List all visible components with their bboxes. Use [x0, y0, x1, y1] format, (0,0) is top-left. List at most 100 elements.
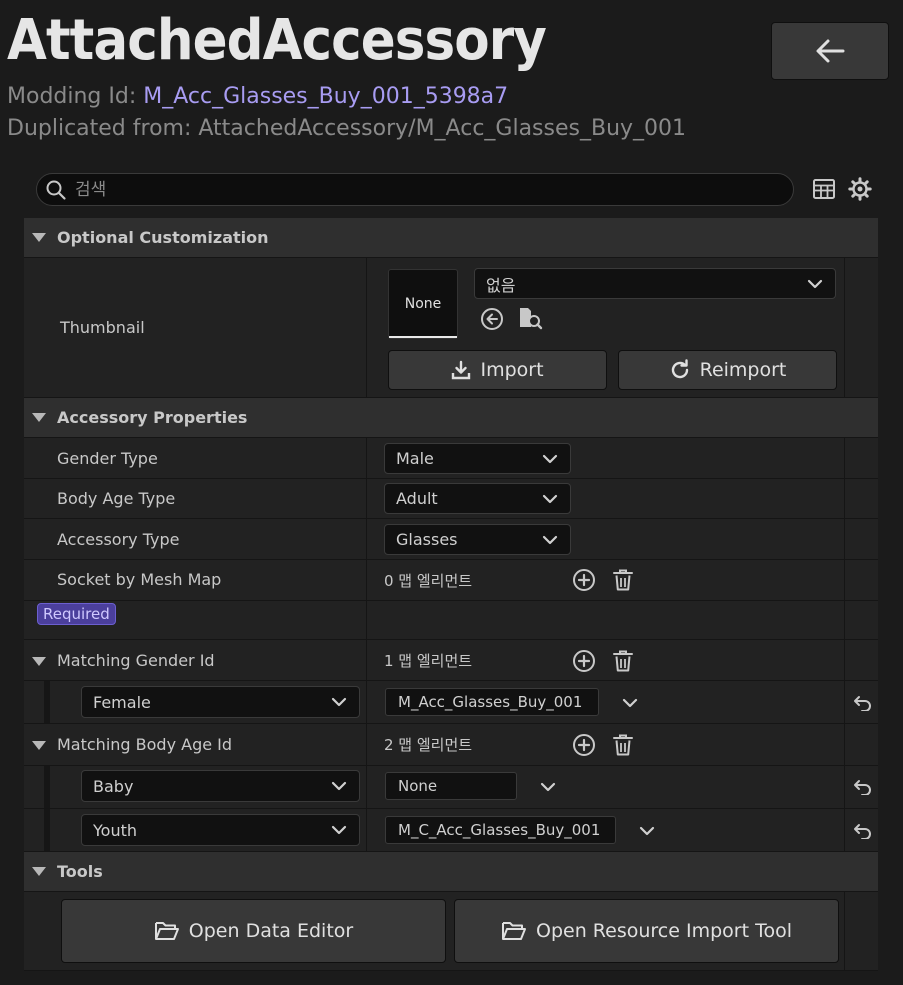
matching-body-age-row: Matching Body Age Id 2 맵 엘리먼트 — [24, 724, 878, 766]
gear-icon — [848, 177, 872, 201]
import-label: Import — [480, 359, 544, 381]
arrow-left-icon — [816, 39, 845, 63]
open-data-editor-label: Open Data Editor — [188, 920, 354, 942]
matching-body-age-clear-button[interactable] — [610, 732, 636, 758]
chevron-down-icon — [331, 697, 347, 707]
reset-arrow-icon — [854, 780, 871, 795]
import-button[interactable]: Import — [388, 350, 607, 390]
socket-map-row: Socket by Mesh Map 0 맵 엘리먼트 — [24, 560, 878, 640]
arrow-circle-left-icon — [481, 308, 503, 330]
gender-type-value: Male — [396, 449, 434, 468]
folder-search-icon — [520, 308, 543, 330]
chevron-down-icon — [639, 826, 655, 836]
table-view-button[interactable] — [811, 176, 837, 202]
download-icon — [452, 360, 471, 380]
gender-key-combo[interactable]: Female — [81, 686, 360, 718]
accessory-type-combo[interactable]: Glasses — [384, 524, 571, 555]
folder-open-icon — [502, 922, 527, 940]
matching-gender-add-button[interactable] — [571, 648, 597, 674]
plus-circle-icon — [573, 734, 595, 756]
plus-circle-icon — [573, 650, 595, 672]
duplicated-from-line: Duplicated from: AttachedAccessory/M_Acc… — [7, 116, 686, 141]
body-age-value-dropdown-button-1[interactable] — [535, 774, 561, 800]
socket-map-label: Socket by Mesh Map — [57, 570, 222, 589]
duplicated-label: Duplicated from: — [7, 116, 192, 141]
body-age-value-dropdown-button-2[interactable] — [634, 818, 660, 844]
thumbnail-preview-text: None — [404, 296, 442, 312]
gender-key-value: Female — [93, 692, 151, 712]
accessory-type-label: Accessory Type — [57, 530, 180, 549]
thumbnail-asset-combo[interactable]: 없음 — [474, 268, 836, 299]
gender-value-dropdown-button[interactable] — [617, 690, 643, 716]
body-age-value-field-1[interactable]: None — [385, 772, 517, 800]
matching-body-age-count: 2 맵 엘리먼트 — [384, 736, 473, 754]
folder-open-icon — [154, 922, 179, 940]
socket-map-count: 0 맵 엘리먼트 — [384, 572, 473, 590]
accessory-type-value: Glasses — [396, 530, 458, 549]
trash-icon — [613, 734, 633, 756]
matching-gender-label: Matching Gender Id — [57, 651, 215, 670]
search-bar — [36, 173, 794, 206]
collapse-triangle-icon — [32, 233, 46, 242]
section-title: Tools — [57, 862, 103, 881]
expand-triangle-icon[interactable] — [32, 657, 46, 666]
body-age-key-value: Youth — [93, 820, 137, 840]
body-age-value-field-2[interactable]: M_C_Acc_Glasses_Buy_001 — [385, 816, 616, 844]
back-button[interactable] — [771, 22, 889, 80]
gender-value-field[interactable]: M_Acc_Glasses_Buy_001 — [385, 688, 599, 716]
body-age-key-value: Baby — [93, 776, 134, 796]
body-age-type-combo[interactable]: Adult — [384, 483, 571, 514]
gender-value-text: M_Acc_Glasses_Buy_001 — [398, 693, 583, 711]
body-age-reset-button-1[interactable] — [850, 774, 876, 800]
chevron-down-icon — [542, 454, 558, 463]
search-icon — [46, 180, 66, 200]
gender-type-combo[interactable]: Male — [384, 443, 571, 474]
page-title: AttachedAccessory — [7, 8, 547, 73]
body-age-reset-button-2[interactable] — [850, 818, 876, 844]
trash-icon — [613, 569, 633, 591]
gender-reset-button[interactable] — [850, 690, 876, 716]
matching-body-age-label: Matching Body Age Id — [57, 735, 233, 754]
table-icon — [813, 179, 835, 199]
chevron-down-icon — [540, 782, 556, 792]
open-resource-import-button[interactable]: Open Resource Import Tool — [454, 899, 839, 963]
chevron-down-icon — [331, 781, 347, 791]
gender-type-label: Gender Type — [57, 449, 158, 468]
search-input[interactable] — [75, 179, 793, 200]
body-age-value-text: None — [398, 777, 438, 795]
chevron-down-icon — [622, 698, 638, 708]
chevron-down-icon — [331, 825, 347, 835]
modding-id-value: M_Acc_Glasses_Buy_001_5398a7 — [143, 84, 509, 109]
expand-triangle-icon[interactable] — [32, 741, 46, 750]
matching-body-age-add-button[interactable] — [571, 732, 597, 758]
body-age-value-text: M_C_Acc_Glasses_Buy_001 — [398, 821, 601, 839]
socket-map-clear-button[interactable] — [610, 567, 636, 593]
section-accessory-properties[interactable]: Accessory Properties — [24, 398, 878, 438]
settings-button[interactable] — [847, 176, 873, 202]
chevron-down-icon — [542, 494, 558, 503]
socket-map-add-button[interactable] — [571, 567, 597, 593]
matching-gender-clear-button[interactable] — [610, 648, 636, 674]
reimport-button[interactable]: Reimport — [618, 350, 837, 390]
plus-circle-icon — [573, 569, 595, 591]
body-age-key-combo-2[interactable]: Youth — [81, 814, 360, 846]
section-tools[interactable]: Tools — [24, 852, 878, 892]
modding-id-label: Modding Id: — [7, 84, 137, 109]
thumbnail-asset-value: 없음 — [486, 275, 516, 295]
body-age-key-combo-1[interactable]: Baby — [81, 770, 360, 802]
body-age-type-value: Adult — [396, 489, 438, 508]
reimport-label: Reimport — [699, 359, 787, 381]
open-data-editor-button[interactable]: Open Data Editor — [61, 899, 446, 963]
thumbnail-label: Thumbnail — [60, 318, 145, 337]
reset-arrow-icon — [854, 696, 871, 711]
section-title: Optional Customization — [57, 228, 269, 247]
collapse-triangle-icon — [32, 867, 46, 876]
browse-asset-button[interactable] — [517, 305, 543, 331]
use-selected-asset-button[interactable] — [479, 306, 505, 332]
section-title: Accessory Properties — [57, 408, 248, 427]
matching-gender-row: Matching Gender Id 1 맵 엘리먼트 — [24, 640, 878, 681]
section-optional-customization[interactable]: Optional Customization — [24, 218, 878, 258]
open-resource-import-label: Open Resource Import Tool — [536, 920, 792, 942]
body-age-type-label: Body Age Type — [57, 489, 176, 508]
thumbnail-preview[interactable]: None — [388, 269, 458, 339]
